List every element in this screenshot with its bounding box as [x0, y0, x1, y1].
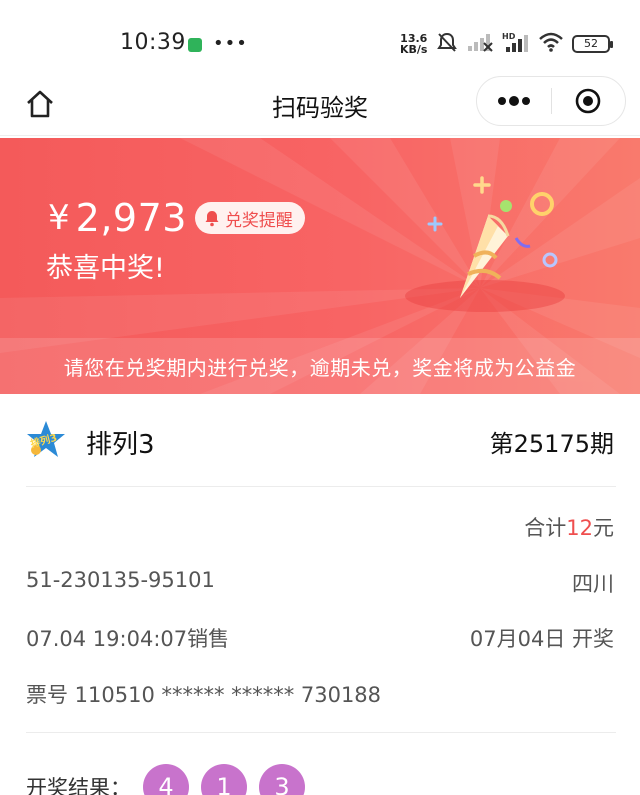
prize-amount: 2,973	[75, 196, 187, 240]
miniprogram-capsule	[476, 76, 626, 126]
currency-symbol: ¥	[48, 198, 70, 238]
prize-reminder-button[interactable]: 兑奖提醒	[194, 202, 305, 234]
ticket-number: 票号 110510 ****** ****** 730188	[26, 683, 382, 707]
more-icon	[497, 96, 530, 106]
hd-signal-icon: HD	[502, 31, 530, 57]
status-time: 10:39	[120, 30, 186, 55]
total-prefix: 合计	[524, 516, 567, 540]
draw-result-label: 开奖结果：	[26, 776, 131, 795]
prize-banner: ¥ 2,973 兑奖提醒 恭喜中奖! 请您在兑奖期内进行兑奖，逾期未兑，奖金将成…	[0, 138, 640, 394]
wifi-icon	[538, 32, 564, 56]
notice-strip: 请您在兑奖期内进行兑奖，逾期未兑，奖金将成为公益金	[0, 338, 640, 394]
draw-result-row: 开奖结果： 4 1 3	[26, 764, 317, 795]
net-speed-unit: KB/s	[400, 43, 428, 56]
sale-time: 07.04 19:04:07销售	[26, 627, 230, 651]
divider	[26, 732, 616, 733]
close-target-icon	[575, 88, 601, 114]
signal-icon	[466, 32, 494, 56]
more-notifications-icon: •••	[213, 33, 248, 54]
redeem-notice: 请您在兑奖期内进行兑奖，逾期未兑，奖金将成为公益金	[63, 355, 577, 380]
status-bar: 10:39 ••• 13.6 KB/s HD 52	[0, 0, 640, 74]
total-amount-row: 合计12元	[524, 512, 614, 542]
battery-icon: 52	[572, 35, 613, 53]
party-popper-icon	[405, 176, 565, 312]
prize-reminder-label: 兑奖提醒	[224, 210, 293, 231]
game-name: 排列3	[86, 430, 155, 460]
total-suffix: 元	[593, 516, 614, 540]
network-speed: 13.6 KB/s	[400, 33, 427, 55]
pailie3-logo-icon: 排列3	[27, 421, 65, 457]
capsule-close-button[interactable]	[552, 77, 626, 125]
capsule-more-button[interactable]	[477, 77, 551, 125]
game-header: 排列3 排列3 第25175期	[0, 394, 640, 486]
wechat-icon	[188, 38, 202, 52]
bell-icon	[205, 211, 219, 227]
total-amount: 12	[566, 516, 593, 540]
mute-icon	[436, 31, 458, 57]
result-ball: 1	[201, 764, 247, 795]
svg-text:HD: HD	[502, 32, 516, 41]
ticket-region: 四川	[572, 572, 614, 596]
status-icons: HD 52	[436, 31, 613, 57]
prize-row: ¥ 2,973 兑奖提醒	[48, 196, 305, 240]
result-ball: 3	[259, 764, 305, 795]
title-bar: 扫码验奖	[0, 74, 640, 136]
divider	[26, 486, 616, 487]
draw-date: 07月04日 开奖	[469, 627, 614, 651]
ticket-code: 51-230135-95101	[26, 568, 215, 592]
draw-issue: 第25175期	[489, 430, 614, 458]
result-ball: 4	[143, 764, 189, 795]
congrats-text: 恭喜中奖!	[46, 253, 165, 284]
